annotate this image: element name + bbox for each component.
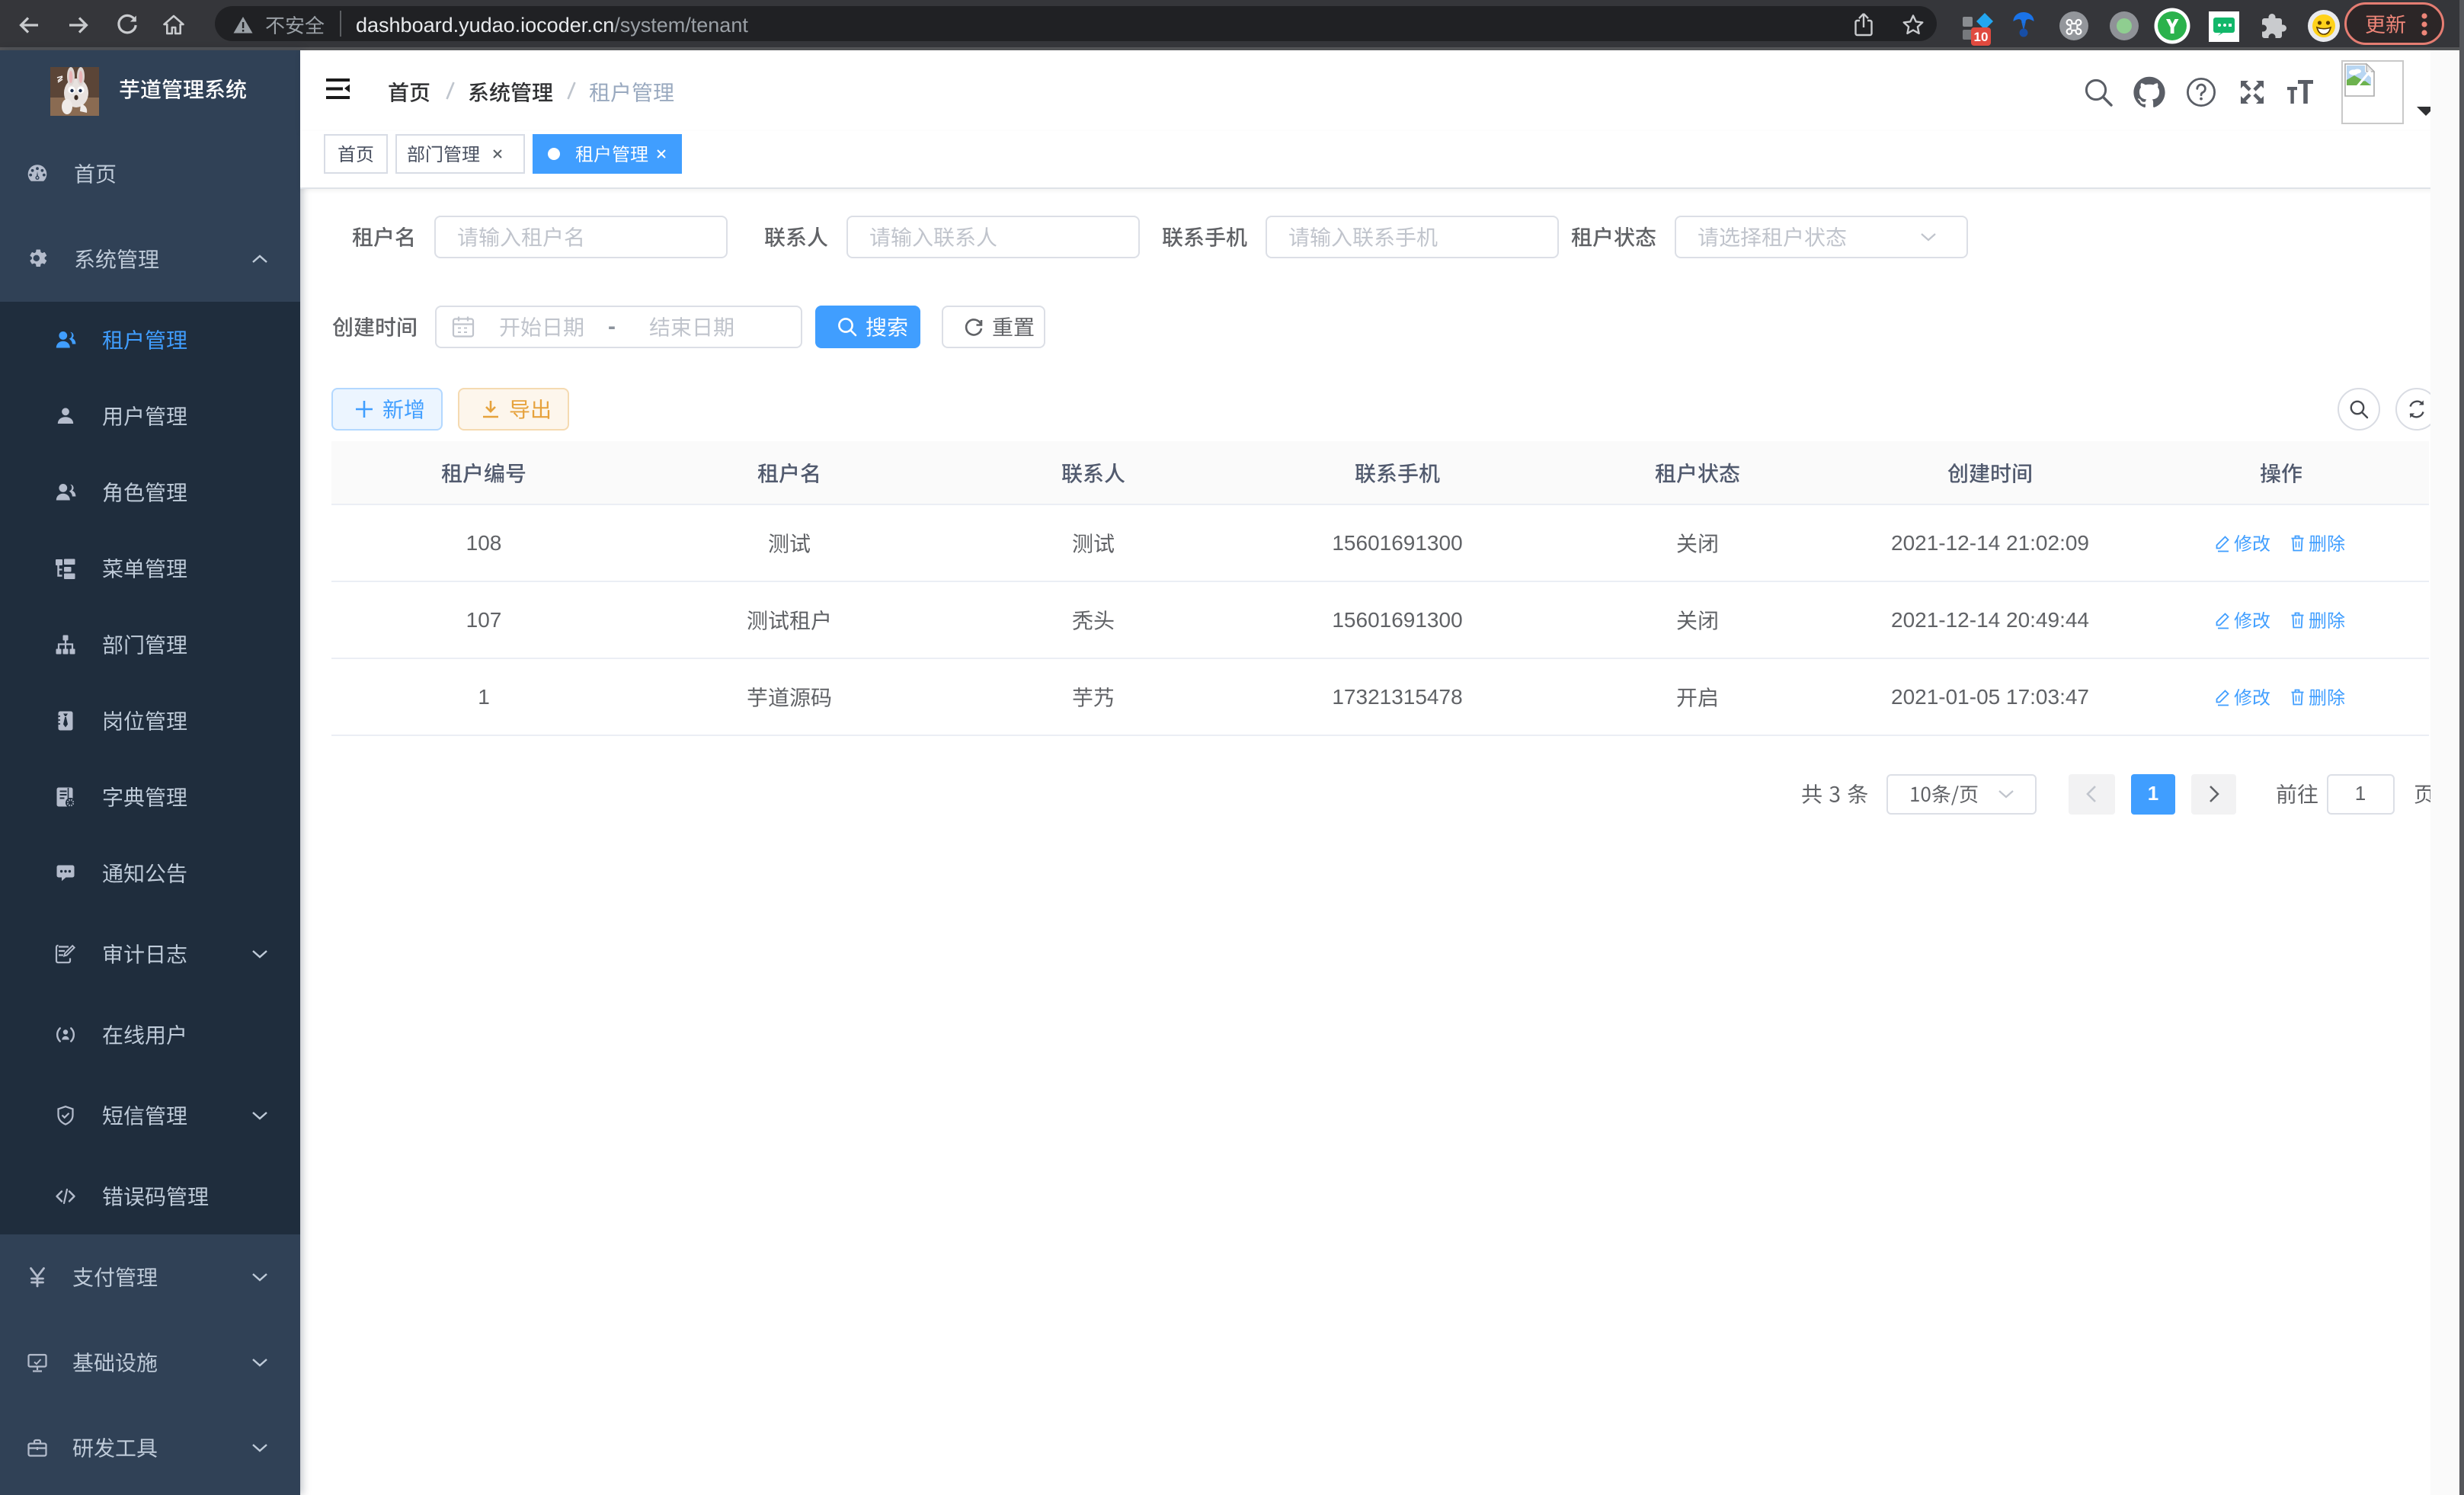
svg-text:10: 10 — [1974, 30, 1989, 44]
